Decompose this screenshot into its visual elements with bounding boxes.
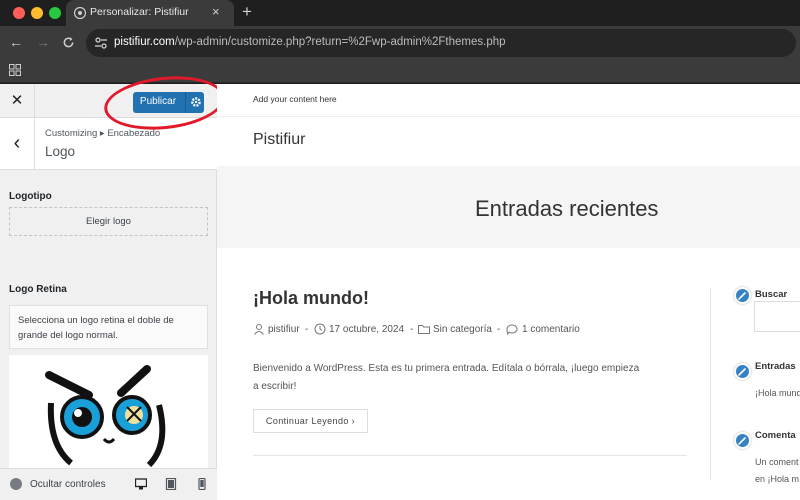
post-author[interactable]: pistifiur [268, 324, 300, 335]
logo-control-title: Logotipo [9, 191, 52, 202]
post-title[interactable]: ¡Hola mundo! [253, 288, 369, 309]
comment-icon [506, 324, 518, 335]
close-window-button[interactable] [13, 7, 25, 19]
preview-topbar: Add your content here [217, 84, 800, 117]
section-title: Logo [45, 144, 76, 159]
edit-shortcut-pencil-icon[interactable] [734, 363, 751, 380]
author-icon [254, 324, 264, 335]
edit-shortcut-pencil-icon[interactable] [734, 287, 751, 304]
meta-separator: - [410, 324, 414, 335]
comments-widget-line[interactable]: en ¡Hola m [755, 474, 799, 484]
folder-icon [418, 325, 430, 334]
topbar-text: Add your content here [253, 94, 337, 104]
sidebar-divider [710, 288, 711, 480]
entries-widget-title: Entradas [755, 361, 796, 372]
site-settings-icon[interactable] [94, 36, 108, 50]
desktop-preview-icon[interactable] [135, 478, 147, 490]
comments-widget-title: Comenta [755, 430, 796, 441]
zoom-window-button[interactable] [49, 7, 61, 19]
url-path: /wp-admin/customize.php?return=%2Fwp-adm… [174, 36, 506, 48]
browser-tab[interactable]: Personalizar: Pistifiur × [66, 0, 234, 26]
choose-logo-button[interactable]: Elegir logo [9, 207, 208, 236]
retina-logo-control-title: Logo Retina [9, 284, 67, 295]
customizer-footer: Ocultar controles [0, 468, 217, 500]
forward-arrow-icon[interactable]: → [36, 35, 50, 49]
entries-widget-item[interactable]: ¡Hola mund [755, 388, 800, 398]
retina-logo-description: Selecciona un logo retina el doble de gr… [9, 305, 208, 349]
post-date: 17 octubre, 2024 [329, 324, 405, 335]
browser-tab-bar: Personalizar: Pistifiur × + [0, 0, 800, 26]
address-bar[interactable]: pistifiur.com/wp-admin/customize.php?ret… [86, 29, 796, 57]
back-arrow-icon[interactable]: ← [9, 35, 23, 49]
read-more-button[interactable]: Continuar Leyendo › [253, 409, 368, 433]
search-input[interactable] [754, 301, 800, 332]
cartoon-face-image [45, 365, 166, 468]
tab-title: Personalizar: Pistifiur [90, 6, 189, 18]
site-preview: Add your content here Pistifiur Entradas… [217, 84, 800, 500]
meta-separator: - [497, 324, 501, 335]
clock-icon [314, 323, 326, 335]
post-category[interactable]: Sin categoría [433, 324, 492, 335]
bookmarks-bar [0, 59, 800, 83]
post-comments[interactable]: 1 comentario [522, 324, 580, 335]
apps-grid-icon[interactable] [9, 64, 21, 76]
wordpress-favicon-icon [74, 7, 86, 19]
breadcrumb: Customizing ▸ Encabezado [45, 128, 161, 139]
tablet-preview-icon[interactable] [165, 478, 177, 490]
search-widget-title: Buscar [755, 289, 788, 300]
back-button[interactable]: ‹ [0, 118, 35, 170]
customizer-panel: ✕ Publicar ‹ Customizing ▸ Encabezado Lo… [0, 84, 217, 500]
comments-widget-line: Un coment [755, 457, 799, 467]
post-excerpt: Bienvenido a WordPress. Esta es tu prime… [253, 363, 640, 392]
page-header-hero: Entradas recientes [217, 166, 800, 248]
address-row: ← → pistifiur.com/wp-admin/customize.php… [0, 26, 800, 59]
collapse-icon[interactable] [10, 478, 22, 490]
url-text: pistifiur.com/wp-admin/customize.php?ret… [114, 36, 506, 48]
tab-close-icon[interactable]: × [212, 4, 220, 19]
edit-shortcut-pencil-icon[interactable] [734, 432, 751, 449]
url-host: pistifiur.com [114, 36, 175, 48]
hide-controls-button[interactable]: Ocultar controles [30, 479, 106, 490]
site-title[interactable]: Pistifiur [253, 131, 305, 149]
reload-icon[interactable] [62, 36, 75, 49]
retina-logo-preview-image[interactable] [9, 355, 208, 468]
mobile-preview-icon[interactable] [196, 478, 208, 490]
hero-title: Entradas recientes [475, 196, 659, 221]
minimize-window-button[interactable] [31, 7, 43, 19]
post-divider [253, 455, 687, 456]
meta-separator: - [305, 324, 309, 335]
close-customizer-button[interactable]: ✕ [0, 84, 35, 118]
new-tab-button[interactable]: + [242, 2, 252, 22]
